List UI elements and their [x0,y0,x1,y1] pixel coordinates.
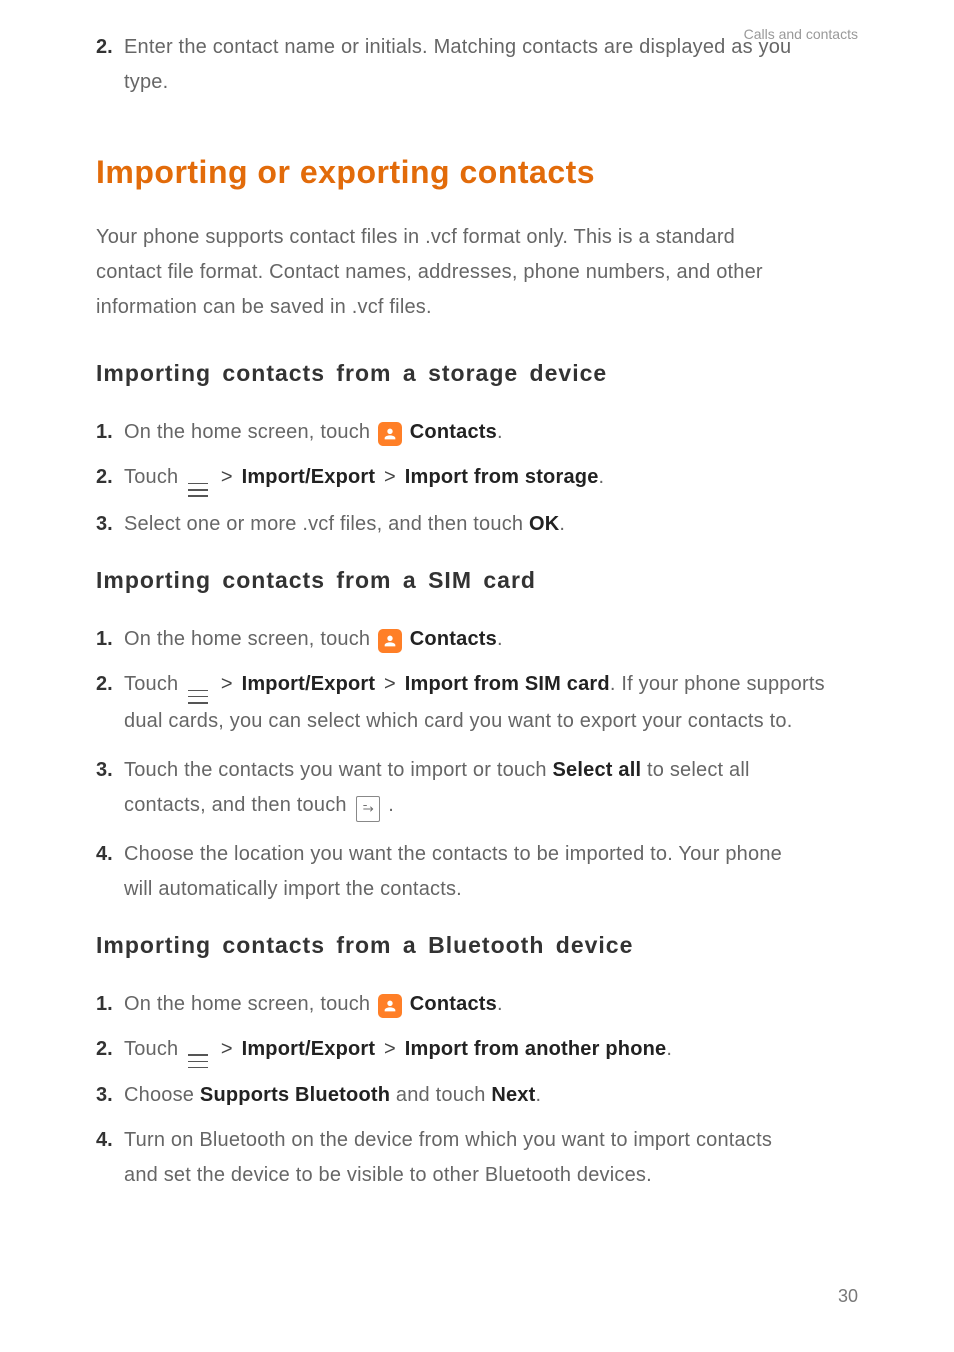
text: contact file format. Contact names, addr… [96,261,763,283]
contacts-label: Contacts [410,421,497,443]
text: Touch [124,673,184,695]
menu-item: Import/Export [242,1038,376,1060]
chevron: > [221,1038,233,1060]
text: Choose the location you want the contact… [124,843,782,865]
step-number: 2. [96,460,124,497]
subheading-bluetooth: Importing contacts from a Bluetooth devi… [96,925,858,965]
subheading-sim: Importing contacts from a SIM card [96,560,858,600]
text: to select all [641,759,749,781]
chevron: > [384,1038,396,1060]
text: . [497,993,503,1015]
step-number: 1. [96,987,124,1022]
step-body: Touch > Import/Export > Import from anot… [124,1032,858,1069]
text: type. [124,65,858,100]
contacts-icon [378,422,402,446]
import-icon [356,796,380,822]
text: and touch [390,1084,491,1106]
step-number: 4. [96,837,124,907]
sec1-step1: 1. On the home screen, touch Contacts. [96,415,858,450]
menu-icon [188,483,208,497]
sec2-step1: 1. On the home screen, touch Contacts. [96,622,858,657]
text: . If your phone supports [610,673,825,695]
menu-icon [188,1054,208,1068]
step-body: Touch > Import/Export > Import from stor… [124,460,858,497]
contacts-label: Contacts [410,993,497,1015]
menu-item: Import from another phone [405,1038,667,1060]
supports-bluetooth-label: Supports Bluetooth [200,1084,390,1106]
menu-item: Import/Export [242,673,376,695]
text: On the home screen, touch [124,993,376,1015]
menu-item: Import from SIM card [405,673,610,695]
page-number: 30 [838,1281,858,1313]
step-body: On the home screen, touch Contacts. [124,415,858,450]
text: . [388,794,394,816]
text: . [666,1038,672,1060]
sec3-step4: 4. Turn on Bluetooth on the device from … [96,1123,858,1193]
sec2-step2: 2. Touch > Import/Export > Import from S… [96,667,858,739]
step-body: Choose the location you want the contact… [124,837,858,907]
step-body: On the home screen, touch Contacts. [124,622,858,657]
text: . [497,421,503,443]
chevron: > [384,673,396,695]
text: will automatically import the contacts. [124,872,858,907]
sec3-step3: 3. Choose Supports Bluetooth and touch N… [96,1078,858,1113]
text: Touch the contacts you want to import or… [124,759,553,781]
text: Choose [124,1084,200,1106]
text: On the home screen, touch [124,421,376,443]
text: dual cards, you can select which card yo… [124,704,858,739]
step-number: 2. [96,30,124,100]
contacts-icon [378,629,402,653]
text: . [559,513,565,535]
step-body: Touch the contacts you want to import or… [124,753,858,823]
lead-paragraph: Your phone supports contact files in .vc… [96,220,858,325]
step-body: Turn on Bluetooth on the device from whi… [124,1123,858,1193]
sec1-step3: 3. Select one or more .vcf files, and th… [96,507,858,542]
sec2-step3: 3. Touch the contacts you want to import… [96,753,858,823]
text: Touch [124,466,184,488]
sec3-step1: 1. On the home screen, touch Contacts. [96,987,858,1022]
section-heading: Importing or exporting contacts [96,144,858,200]
sec3-step2: 2. Touch > Import/Export > Import from a… [96,1032,858,1069]
text: Select one or more .vcf files, and then … [124,513,529,535]
text: contacts, and then touch [124,794,353,816]
text: information can be saved in .vcf files. [96,296,432,318]
step-body: Select one or more .vcf files, and then … [124,507,858,542]
text: . [497,628,503,650]
breadcrumb: Calls and contacts [744,22,858,47]
step-number: 2. [96,1032,124,1069]
step-number: 4. [96,1123,124,1193]
step-number: 2. [96,667,124,739]
sec1-step2: 2. Touch > Import/Export > Import from s… [96,460,858,497]
next-label: Next [491,1084,535,1106]
sec2-step4: 4. Choose the location you want the cont… [96,837,858,907]
text: Enter the contact name or initials. Matc… [124,36,791,58]
step-number: 3. [96,1078,124,1113]
contacts-icon [378,994,402,1018]
step-number: 3. [96,507,124,542]
step-body: On the home screen, touch Contacts. [124,987,858,1022]
text: Touch [124,1038,184,1060]
text: On the home screen, touch [124,628,376,650]
chevron: > [221,673,233,695]
text: Turn on Bluetooth on the device from whi… [124,1129,772,1151]
text: and set the device to be visible to othe… [124,1158,858,1193]
menu-icon [188,690,208,704]
select-all-label: Select all [553,759,642,781]
menu-item: Import from storage [405,466,599,488]
ok-label: OK [529,513,559,535]
chevron: > [384,466,396,488]
contacts-label: Contacts [410,628,497,650]
step-body: Touch > Import/Export > Import from SIM … [124,667,858,739]
menu-item: Import/Export [242,466,376,488]
text: Your phone supports contact files in .vc… [96,226,735,248]
chevron: > [221,466,233,488]
step-number: 3. [96,753,124,823]
step-number: 1. [96,622,124,657]
step-number: 1. [96,415,124,450]
text: . [535,1084,541,1106]
text: . [599,466,605,488]
subheading-storage: Importing contacts from a storage device [96,353,858,393]
step-body: Choose Supports Bluetooth and touch Next… [124,1078,858,1113]
